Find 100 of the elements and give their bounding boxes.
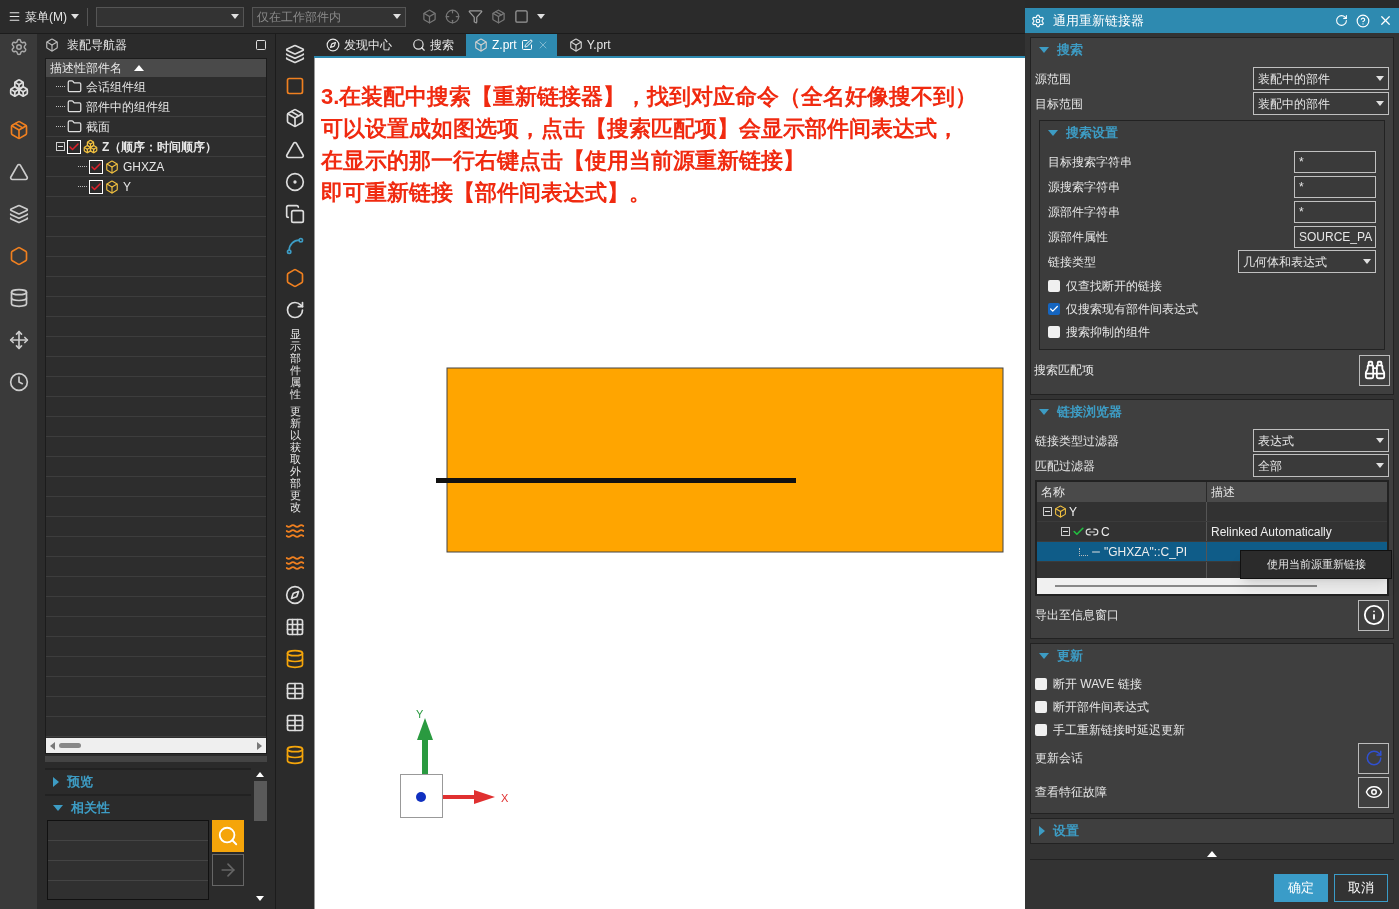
tab[interactable]: 发现中心: [318, 34, 400, 56]
annotation-text: 3.在装配中搜索【重新链接器】，找到对应命令（全名好像搜不到）: [321, 83, 979, 111]
tool-icon[interactable]: [285, 681, 305, 702]
refresh-tree-button[interactable]: [1358, 742, 1389, 774]
checkbox[interactable]: [89, 179, 103, 194]
expand-arrow-icon[interactable]: [1039, 826, 1045, 836]
dropdown[interactable]: 装配中的部件: [1253, 67, 1389, 90]
package-icon[interactable]: [491, 9, 506, 24]
hexagon-icon[interactable]: [8, 246, 29, 266]
checkbox[interactable]: [1048, 302, 1060, 315]
help-icon[interactable]: [1356, 13, 1370, 28]
collapse-icon[interactable]: [1207, 850, 1217, 857]
checkbox[interactable]: [67, 139, 81, 154]
collapse-arrow-icon[interactable]: [1039, 47, 1049, 53]
vertical-text-button[interactable]: 显示部件属性: [289, 328, 301, 401]
tab[interactable]: 搜索: [404, 34, 462, 56]
layers-icon[interactable]: [8, 204, 29, 224]
table-cell-text: Y: [1069, 503, 1077, 521]
blocks-icon[interactable]: [8, 78, 29, 98]
package-icon[interactable]: [8, 120, 29, 140]
cancel-button[interactable]: 取消: [1334, 874, 1388, 902]
checkbox[interactable]: [1035, 723, 1047, 736]
table-row[interactable]: Y: [1037, 502, 1387, 522]
action-label: 搜索匹配项: [1034, 362, 1094, 379]
settings-icon[interactable]: [9, 38, 28, 56]
database-icon[interactable]: [8, 288, 29, 308]
part-icon[interactable]: [422, 9, 437, 24]
checkbox-label: 仅查找断开的链接: [1066, 277, 1162, 295]
annotation-text: 可以设置成如图选项，点击【搜索匹配项】会显示部件间表达式，: [321, 115, 960, 143]
input-field[interactable]: *: [1294, 200, 1376, 223]
action-label: 查看特征故障: [1035, 784, 1107, 801]
input-field[interactable]: *: [1294, 150, 1376, 173]
column-header[interactable]: 描述性部件名: [46, 59, 266, 77]
checkbox-label: 断开 WAVE 链接: [1053, 675, 1142, 693]
menu-button[interactable]: 菜单(M): [8, 7, 88, 26]
tab[interactable]: Z.prt: [466, 34, 557, 56]
collapse-arrow-icon[interactable]: [1039, 409, 1049, 415]
section-title[interactable]: 相关性: [71, 798, 110, 818]
tool-icon[interactable]: [285, 649, 305, 670]
dropdown[interactable]: 几何体和表达式: [1238, 250, 1376, 273]
collapse-box-icon[interactable]: [1061, 527, 1070, 536]
move-icon[interactable]: [8, 330, 29, 350]
collapse-arrow-icon[interactable]: [1039, 653, 1049, 659]
tool-icon[interactable]: [285, 44, 305, 64]
checkbox-label: 断开部件间表达式: [1053, 698, 1149, 716]
arrow-button[interactable]: [212, 854, 244, 886]
checkbox[interactable]: [1048, 325, 1060, 338]
tree-item-label[interactable]: 部件中的组件组: [86, 97, 170, 116]
tree-item-label[interactable]: Z（顺序：时间顺序）: [102, 137, 218, 156]
column-header[interactable]: 描述: [1207, 482, 1387, 502]
tree-item-label[interactable]: GHXZA: [123, 157, 165, 176]
tool-icon[interactable]: [285, 745, 305, 766]
maximize-icon[interactable]: [255, 39, 267, 51]
binoculars-button[interactable]: [1359, 354, 1390, 386]
dropdown[interactable]: 仅在工作部件内: [252, 6, 406, 27]
info-button[interactable]: [1358, 599, 1389, 631]
collapse-box-icon[interactable]: [1043, 507, 1052, 516]
section-title[interactable]: 预览: [67, 772, 93, 792]
checkbox-label: 仅搜索现有部件间表达式: [1066, 300, 1198, 318]
filter-icon[interactable]: [468, 9, 483, 24]
checkbox[interactable]: [89, 159, 103, 174]
caret-icon: [1363, 259, 1371, 264]
dropdown[interactable]: 全部: [1253, 454, 1389, 477]
expand-arrow-icon[interactable]: [53, 777, 59, 787]
clock-icon[interactable]: [8, 372, 29, 392]
collapse-box-icon[interactable]: [56, 142, 65, 151]
checkbox[interactable]: [1035, 700, 1047, 713]
reset-icon[interactable]: [1335, 14, 1348, 27]
tree-item-label[interactable]: 截面: [86, 117, 110, 136]
checkbox[interactable]: [1035, 677, 1047, 690]
tool-icon[interactable]: [285, 76, 305, 96]
horizontal-scrollbar[interactable]: [1037, 578, 1387, 594]
part-icon: [1054, 505, 1067, 518]
crosshair-icon[interactable]: [445, 9, 460, 24]
input-field[interactable]: SOURCE_PA: [1294, 225, 1376, 248]
tree-item-label[interactable]: 会话组件组: [86, 77, 146, 96]
section-title[interactable]: 搜索设置: [1066, 123, 1118, 143]
tool-icon[interactable]: [285, 617, 305, 638]
triangle-icon[interactable]: [8, 162, 29, 182]
inspect-button[interactable]: [1358, 776, 1389, 808]
tab[interactable]: Y.prt: [560, 34, 619, 56]
close-icon[interactable]: [1378, 13, 1393, 28]
tool-icon[interactable]: [285, 268, 305, 288]
collapse-arrow-icon[interactable]: [53, 805, 63, 811]
table-row[interactable]: C Relinked Automatically: [1037, 522, 1387, 542]
horizontal-scrollbar[interactable]: [46, 738, 266, 753]
checkbox[interactable]: [1048, 279, 1060, 292]
vertical-text-button[interactable]: 更新以获取外部更改: [289, 404, 301, 514]
tool-icon[interactable]: [285, 204, 305, 224]
tool-icon[interactable]: [285, 713, 305, 734]
collapse-arrow-icon[interactable]: [1048, 130, 1058, 136]
square-icon[interactable]: [514, 9, 529, 24]
input-field[interactable]: *: [1294, 175, 1376, 198]
graphics-canvas[interactable]: 3.在装配中搜索【重新链接器】，找到对应命令（全名好像搜不到） 可以设置成如图选项，点击【搜索匹配项】会显示部件间表达式， 在显示的那一行右键点击【使用当前源重新链接】 即可重新链接【部件间表达式】。 Y X: [314, 58, 1025, 909]
tree-item-label[interactable]: Y: [123, 177, 131, 196]
dialog-title: 通用重新链接器: [1053, 11, 1145, 30]
dropdown[interactable]: 装配中的部件: [1253, 92, 1389, 115]
field-label: 目标搜索字符串: [1048, 153, 1132, 171]
tool-icon[interactable]: [285, 236, 305, 256]
dropdown[interactable]: 表达式: [1253, 429, 1389, 452]
